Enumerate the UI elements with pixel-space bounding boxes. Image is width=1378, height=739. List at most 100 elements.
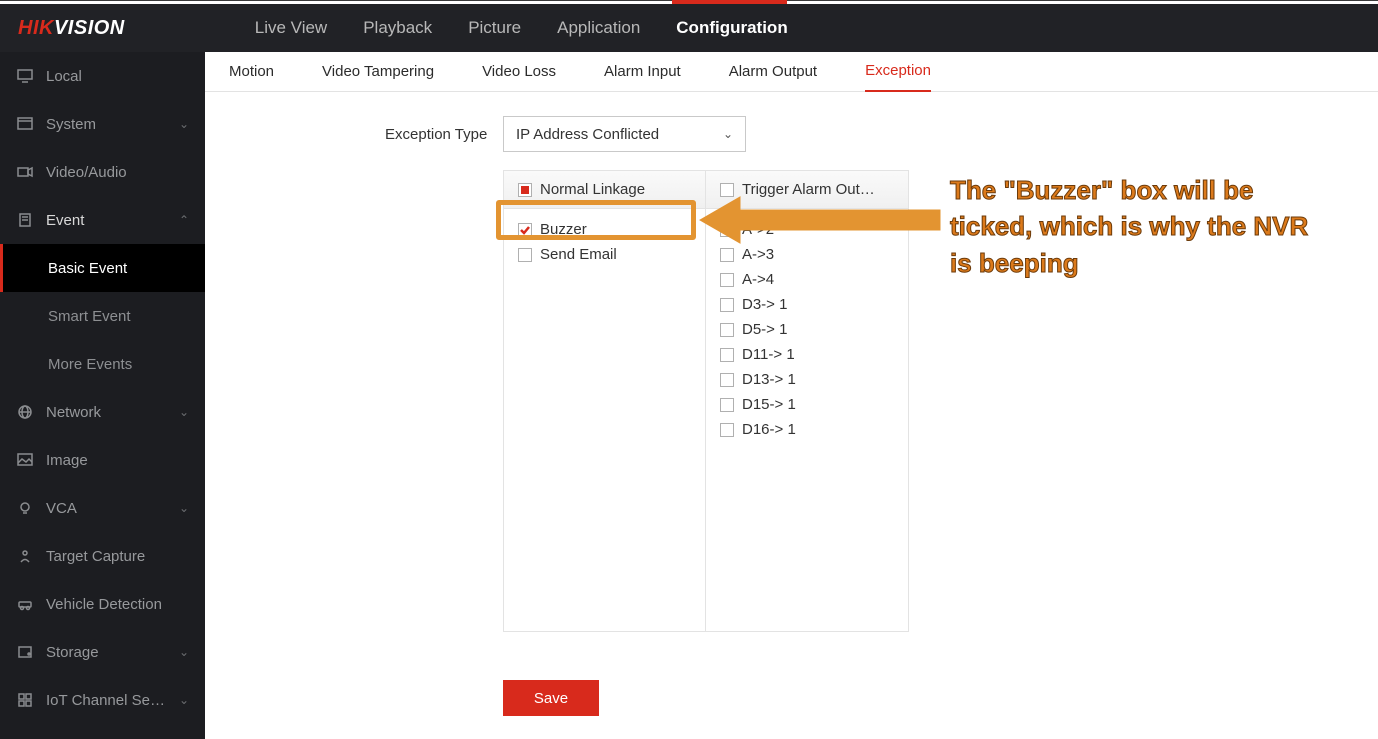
- exception-type-row: Exception Type IP Address Conflicted ⌄: [385, 116, 1378, 152]
- sidebar-network[interactable]: Network ⌄: [0, 388, 205, 436]
- main-content: Exception Type IP Address Conflicted ⌄ N…: [205, 92, 1378, 739]
- output-checkbox[interactable]: [720, 223, 734, 237]
- buzzer-row: Buzzer: [518, 217, 691, 242]
- video-icon: [16, 163, 34, 181]
- sidebar-label: Target Capture: [46, 548, 145, 565]
- normal-linkage-master-checkbox[interactable]: [518, 183, 532, 197]
- header-bar: HIKVISION Live View Playback Picture App…: [0, 4, 1378, 52]
- sidebar-label: IoT Channel Se…: [46, 692, 165, 709]
- monitor-icon: [16, 67, 34, 85]
- sidebar-label: Event: [46, 212, 84, 229]
- output-checkbox[interactable]: [720, 348, 734, 362]
- sidebar-sub-label: Basic Event: [48, 260, 127, 277]
- sidebar-target-capture[interactable]: Target Capture: [0, 532, 205, 580]
- tab-alarm-input[interactable]: Alarm Input: [604, 52, 681, 92]
- output-checkbox[interactable]: [720, 248, 734, 262]
- sidebar-event[interactable]: Event ⌃: [0, 196, 205, 244]
- save-button[interactable]: Save: [503, 680, 599, 716]
- output-label: D13-> 1: [742, 371, 796, 388]
- exception-type-select[interactable]: IP Address Conflicted ⌄: [503, 116, 746, 152]
- output-row: D5-> 1: [720, 317, 894, 342]
- output-row: D11-> 1: [720, 342, 894, 367]
- output-label: D15-> 1: [742, 396, 796, 413]
- nav-live-view[interactable]: Live View: [255, 18, 327, 38]
- nav-picture[interactable]: Picture: [468, 18, 521, 38]
- tab-video-tampering[interactable]: Video Tampering: [322, 52, 434, 92]
- car-icon: [16, 595, 34, 613]
- person-icon: [16, 547, 34, 565]
- sidebar-smart-event[interactable]: Smart Event: [0, 292, 205, 340]
- output-label: A->2: [742, 221, 774, 238]
- output-label: A->4: [742, 271, 774, 288]
- sidebar-system[interactable]: System ⌄: [0, 100, 205, 148]
- sidebar-iot-channel[interactable]: IoT Channel Se… ⌄: [0, 676, 205, 724]
- sidebar-storage[interactable]: Storage ⌄: [0, 628, 205, 676]
- output-row: A->2: [720, 217, 894, 242]
- clipboard-icon: [16, 211, 34, 229]
- nav-configuration[interactable]: Configuration: [676, 18, 787, 38]
- tab-exception[interactable]: Exception: [865, 52, 931, 92]
- subtabs: Motion Video Tampering Video Loss Alarm …: [205, 52, 1378, 92]
- output-row: D15-> 1: [720, 392, 894, 417]
- sidebar-image[interactable]: Image: [0, 436, 205, 484]
- sidebar-sub-label: Smart Event: [48, 308, 131, 325]
- globe-icon: [16, 403, 34, 421]
- buzzer-label: Buzzer: [540, 221, 587, 238]
- send-email-row: Send Email: [518, 242, 691, 267]
- sidebar-vca[interactable]: VCA ⌄: [0, 484, 205, 532]
- output-label: D16-> 1: [742, 421, 796, 438]
- sidebar-video-audio[interactable]: Video/Audio: [0, 148, 205, 196]
- nav-playback[interactable]: Playback: [363, 18, 432, 38]
- buzzer-checkbox[interactable]: [518, 223, 532, 237]
- chevron-down-icon: ⌄: [179, 693, 189, 707]
- output-label: D5-> 1: [742, 321, 787, 338]
- nav-application[interactable]: Application: [557, 18, 640, 38]
- output-checkbox[interactable]: [720, 273, 734, 287]
- chevron-up-icon: ⌃: [179, 213, 189, 227]
- output-label: D11-> 1: [742, 346, 795, 363]
- header-label: Normal Linkage: [540, 181, 645, 198]
- trigger-master-checkbox[interactable]: [720, 183, 734, 197]
- normal-linkage-panel: Normal Linkage Buzzer Send Email: [503, 170, 706, 632]
- output-row: D13-> 1: [720, 367, 894, 392]
- chevron-down-icon: ⌄: [179, 501, 189, 515]
- exception-type-label: Exception Type: [385, 126, 503, 143]
- normal-linkage-header: Normal Linkage: [504, 171, 705, 209]
- send-email-label: Send Email: [540, 246, 617, 263]
- output-checkbox[interactable]: [720, 373, 734, 387]
- chevron-down-icon: ⌄: [179, 645, 189, 659]
- window-icon: [16, 115, 34, 133]
- output-checkbox[interactable]: [720, 323, 734, 337]
- trigger-alarm-body: A->2 A->3 A->4 D3-> 1 D5-> 1 D11-> 1 D13…: [706, 209, 908, 631]
- trigger-alarm-header: Trigger Alarm Out…: [706, 171, 908, 209]
- sidebar-label: System: [46, 116, 96, 133]
- sidebar-label: Image: [46, 452, 88, 469]
- output-checkbox[interactable]: [720, 298, 734, 312]
- disk-icon: [16, 643, 34, 661]
- output-row: A->3: [720, 242, 894, 267]
- linkage-panels: Normal Linkage Buzzer Send Email Trigger…: [503, 170, 1378, 632]
- tab-video-loss[interactable]: Video Loss: [482, 52, 556, 92]
- output-label: D3-> 1: [742, 296, 787, 313]
- send-email-checkbox[interactable]: [518, 248, 532, 262]
- sidebar-label: Storage: [46, 644, 99, 661]
- sidebar-sub-label: More Events: [48, 356, 132, 373]
- logo: HIKVISION: [18, 17, 125, 40]
- select-value: IP Address Conflicted: [516, 126, 659, 143]
- logo-part2: VISION: [54, 17, 125, 39]
- sidebar-label: Local: [46, 68, 82, 85]
- tab-motion[interactable]: Motion: [229, 52, 274, 92]
- tab-alarm-output[interactable]: Alarm Output: [729, 52, 817, 92]
- sidebar-vehicle-detection[interactable]: Vehicle Detection: [0, 580, 205, 628]
- image-icon: [16, 451, 34, 469]
- sidebar-more-events[interactable]: More Events: [0, 340, 205, 388]
- sidebar: Local System ⌄ Video/Audio Event ⌃ Basic…: [0, 52, 205, 739]
- output-checkbox[interactable]: [720, 398, 734, 412]
- sidebar-basic-event[interactable]: Basic Event: [0, 244, 205, 292]
- normal-linkage-body: Buzzer Send Email: [504, 209, 705, 631]
- chevron-down-icon: ⌄: [179, 117, 189, 131]
- header-label: Trigger Alarm Out…: [742, 181, 875, 198]
- sidebar-local[interactable]: Local: [0, 52, 205, 100]
- output-checkbox[interactable]: [720, 423, 734, 437]
- output-row: D3-> 1: [720, 292, 894, 317]
